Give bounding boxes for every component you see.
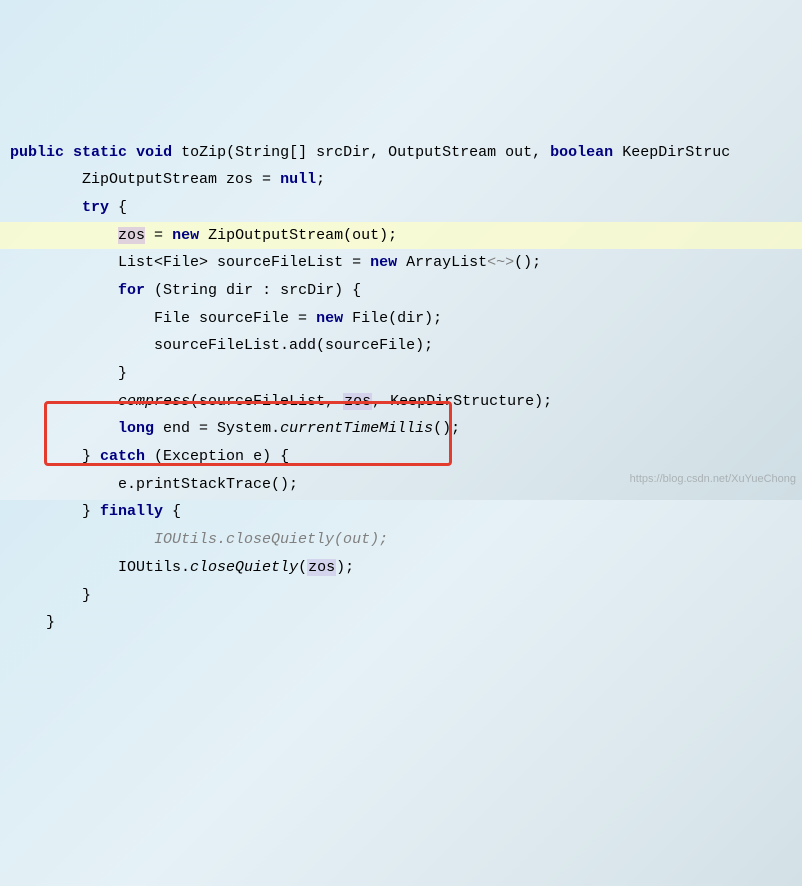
code-line: ZipOutputStream zos = null; — [0, 166, 802, 194]
brace: } — [82, 503, 100, 520]
brace: } — [82, 448, 100, 465]
ctor: ZipOutputStream(out); — [199, 227, 397, 244]
keyword-new: new — [172, 227, 199, 244]
for-header: (String dir : srcDir) { — [145, 282, 361, 299]
keyword-long: long — [118, 420, 154, 437]
catch-header: (Exception e) { — [145, 448, 289, 465]
method-call: compress — [118, 393, 190, 410]
code-line-highlighted: zos = new ZipOutputStream(out); — [0, 222, 802, 250]
keyword-void: void — [136, 144, 172, 161]
code-text: sourceFileList.add(sourceFile); — [154, 337, 433, 354]
keyword-public: public — [10, 144, 64, 161]
paren: ); — [336, 559, 354, 576]
code-line: for (String dir : srcDir) { — [0, 277, 802, 305]
var-zos-usage: zos — [307, 559, 336, 576]
code-line: File sourceFile = new File(dir); — [0, 305, 802, 333]
paren: ( — [298, 559, 307, 576]
params2: KeepDirStruc — [613, 144, 730, 161]
keyword-new: new — [370, 254, 397, 271]
method-name: toZip — [181, 144, 226, 161]
keyword-try: try — [82, 199, 109, 216]
code-text: IOUtils. — [118, 559, 190, 576]
brace: } — [118, 365, 127, 382]
code-line: long end = System.currentTimeMillis(); — [0, 415, 802, 443]
var-zos-usage: zos — [343, 393, 372, 410]
code-text: ZipOutputStream zos = — [82, 171, 280, 188]
args: (sourceFileList, — [190, 393, 343, 410]
diamond-generic: <~> — [487, 254, 514, 271]
brace: } — [82, 587, 91, 604]
keyword-static: static — [73, 144, 127, 161]
brace: } — [46, 614, 55, 631]
keyword-null: null — [280, 171, 316, 188]
code-line: IOUtils.closeQuietly(zos); — [0, 554, 802, 582]
code-line: try { — [0, 194, 802, 222]
method-call: currentTimeMillis — [280, 420, 433, 437]
eq: = — [145, 227, 172, 244]
caret-position: zos — [118, 227, 145, 244]
type: ArrayList — [397, 254, 487, 271]
semicolon: ; — [316, 171, 325, 188]
code-line: } — [0, 582, 802, 610]
code-line: } — [0, 609, 802, 637]
code-line: List<File> sourceFileList = new ArrayLis… — [0, 249, 802, 277]
var-zos: zos — [118, 227, 145, 244]
code-line: sourceFileList.add(sourceFile); — [0, 332, 802, 360]
params: (String[] srcDir, OutputStream out, — [226, 144, 550, 161]
keyword-for: for — [118, 282, 145, 299]
commented-code: IOUtils.closeQuietly(out); — [154, 531, 388, 548]
code-editor[interactable]: public static void toZip(String[] srcDir… — [0, 111, 802, 665]
code-line: public static void toZip(String[] srcDir… — [0, 139, 802, 167]
watermark: https://blog.csdn.net/XuYueChong — [630, 466, 796, 494]
code-text: File sourceFile = — [154, 310, 316, 327]
method-call: closeQuietly — [190, 559, 298, 576]
keyword-new: new — [316, 310, 343, 327]
brace: { — [109, 199, 127, 216]
keyword-boolean: boolean — [550, 144, 613, 161]
code-line: compress(sourceFileList, zos, KeepDirStr… — [0, 388, 802, 416]
code-line: } — [0, 360, 802, 388]
keyword-catch: catch — [100, 448, 145, 465]
parens: (); — [514, 254, 541, 271]
code-line: } finally { — [0, 498, 802, 526]
code-line: IOUtils.closeQuietly(out); — [0, 526, 802, 554]
code-text: e.printStackTrace(); — [118, 476, 298, 493]
args2: , KeepDirStructure); — [372, 393, 552, 410]
brace: { — [163, 503, 181, 520]
code-text: end = System. — [154, 420, 280, 437]
ctor: File(dir); — [343, 310, 442, 327]
keyword-finally: finally — [100, 503, 163, 520]
code-text: List<File> sourceFileList = — [118, 254, 370, 271]
parens: (); — [433, 420, 460, 437]
